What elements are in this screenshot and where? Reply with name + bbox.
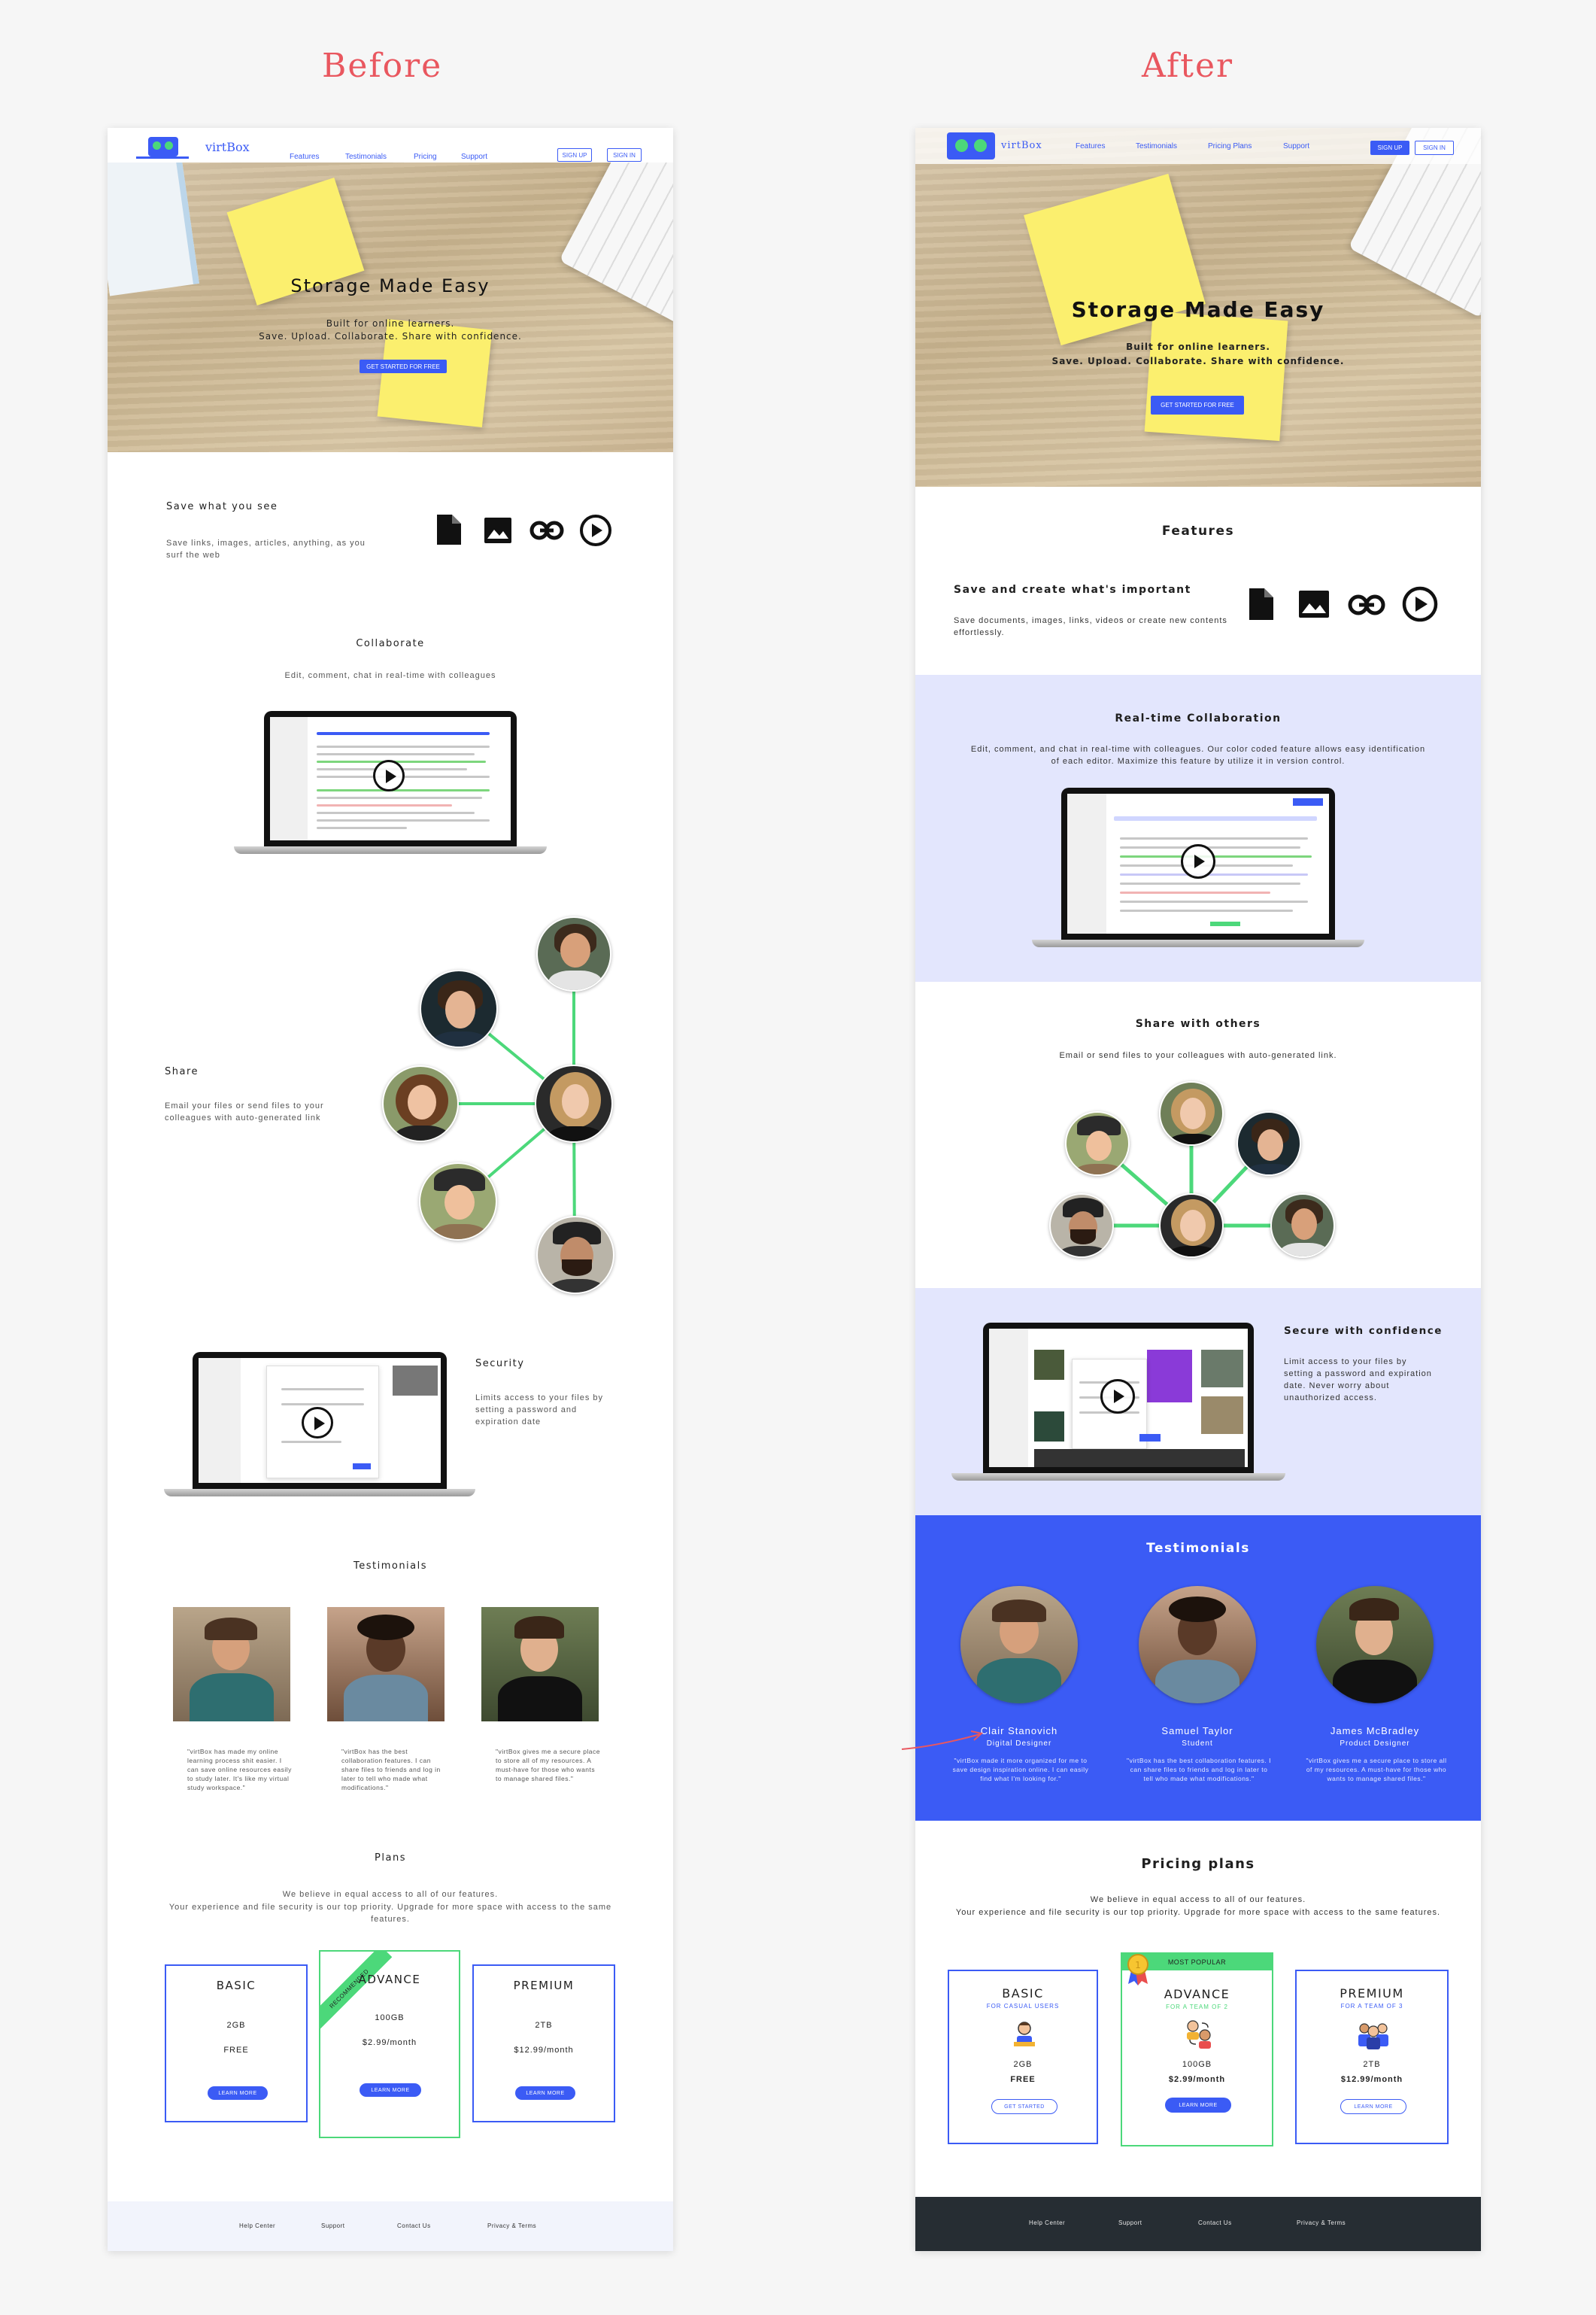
avatar-left-mid — [382, 1065, 459, 1142]
avatar-center — [535, 1065, 613, 1143]
avatar-upper-left — [1065, 1111, 1130, 1176]
testimonial-photo-1 — [173, 1607, 290, 1721]
plans-title: Pricing plans — [1141, 1856, 1255, 1872]
share-network-lines — [420, 954, 576, 1255]
learn-more-button[interactable]: LEARN MORE — [360, 2083, 421, 2097]
plans-title: Plans — [375, 1852, 406, 1864]
learn-more-button[interactable]: LEARN MORE — [515, 2086, 575, 2100]
footer-support[interactable]: Support — [1118, 2219, 1142, 2226]
testimonials-title: Testimonials — [1146, 1541, 1250, 1556]
testimonial-photo-2 — [1139, 1586, 1256, 1703]
security-play-button[interactable] — [302, 1407, 333, 1439]
testimonial-photo-3 — [481, 1607, 599, 1721]
avatar-center — [1159, 1193, 1224, 1258]
testimonial-name-2: Samuel Taylor — [1161, 1725, 1233, 1736]
plan-audience: FOR A TEAM OF 3 — [1340, 2003, 1403, 2010]
before-page: virtBox Features Testimonials Pricing Su… — [108, 128, 673, 2251]
avatar-top — [536, 916, 611, 992]
avatar-upper-right — [1236, 1111, 1301, 1176]
plan-name: PREMIUM — [1340, 1986, 1404, 2001]
avatar-bottom — [536, 1216, 614, 1294]
before-footer: Help Center Support Contact Us Privacy &… — [108, 2201, 673, 2251]
security-text: Limit access to your files by setting a … — [1284, 1357, 1432, 1402]
plan-price: $2.99/month — [362, 2038, 417, 2047]
avatar-left-bottom — [419, 1162, 497, 1241]
plan-price: $12.99/month — [1340, 2075, 1403, 2084]
footer-contact[interactable]: Contact Us — [397, 2222, 431, 2229]
avatar-lower-right — [1270, 1193, 1335, 1258]
testimonials-section: Testimonials Clair Stanovich Digital Des… — [915, 1515, 1481, 1821]
avatar-left-top — [420, 970, 498, 1048]
security-section: Secure with confidence Limit access to y… — [915, 1288, 1481, 1515]
testimonial-role-3: Product Designer — [1340, 1739, 1410, 1748]
plan-storage: 2TB — [535, 2021, 553, 2030]
plan-name: PREMIUM — [513, 1979, 575, 1992]
plan-storage: 100GB — [1182, 2060, 1212, 2069]
security-title: Secure with confidence — [1284, 1325, 1443, 1337]
annotation-arrow-icon — [901, 1730, 984, 1750]
plan-name: ADVANCE — [1164, 1987, 1230, 2001]
plan-card-basic: BASIC 2GB FREE LEARN MORE — [165, 1964, 308, 2122]
security-title: Security — [475, 1358, 525, 1369]
avatar-lower-left — [1049, 1193, 1114, 1258]
after-page: Storage Made Easy Built for online learn… — [915, 128, 1481, 2251]
learn-more-button[interactable]: LEARN MORE — [1340, 2099, 1406, 2114]
testimonial-photo-3 — [1316, 1586, 1434, 1703]
plan-storage: 100GB — [375, 2013, 405, 2022]
plan-name: BASIC — [1002, 1986, 1044, 2001]
plan-audience: FOR CASUAL USERS — [986, 2003, 1060, 2010]
testimonial-photo-2 — [327, 1607, 445, 1721]
award-medal-icon: 1 — [1127, 1954, 1148, 1985]
plan-storage: 2GB — [1013, 2060, 1033, 2069]
learn-more-button[interactable]: LEARN MORE — [1165, 2098, 1231, 2113]
testimonial-quote-1: "virtBox has made my online learning pro… — [187, 1748, 292, 1791]
plan-name: BASIC — [216, 1979, 256, 1992]
plan-price: $12.99/month — [514, 2046, 574, 2055]
plan-price: $2.99/month — [1168, 2075, 1226, 2084]
learn-more-button[interactable]: LEARN MORE — [208, 2086, 268, 2100]
plans-text-2: Your experience and file security is our… — [955, 1908, 1441, 1917]
plan-card-premium: PREMIUM 2TB $12.99/month LEARN MORE — [472, 1964, 615, 2122]
svg-text:1: 1 — [1135, 1960, 1141, 1970]
avatar-top — [1159, 1081, 1224, 1146]
testimonial-quote-3: "virtBox gives me a secure place to stor… — [1306, 1757, 1447, 1782]
footer-help-center[interactable]: Help Center — [239, 2222, 275, 2229]
testimonial-name-3: James McBradley — [1330, 1725, 1420, 1736]
after-heading: After — [1142, 47, 1234, 85]
footer-privacy[interactable]: Privacy & Terms — [1297, 2219, 1346, 2226]
testimonial-quote-1: "virtBox made it more organized for me t… — [952, 1757, 1089, 1782]
plan-price: FREE — [1010, 2075, 1036, 2084]
team-users-icon — [1358, 2023, 1388, 2049]
security-text: Limits access to your files by setting a… — [475, 1393, 603, 1426]
testimonial-quote-2: "virtBox has the best collaboration feat… — [1127, 1757, 1271, 1782]
plan-storage: 2GB — [226, 2021, 246, 2030]
plan-card-premium: PREMIUM FOR A TEAM OF 3 2TB $12.99/month… — [1295, 1970, 1449, 2144]
get-started-button[interactable]: GET STARTED — [991, 2099, 1057, 2114]
plans-text-1: We believe in equal access to all of our… — [282, 1890, 499, 1899]
plan-card-advance: MOST POPULAR 1 ADVANCE FOR A TEAM OF 2 1… — [1121, 1952, 1273, 2146]
testimonial-quote-3: "virtBox gives me a secure place to stor… — [496, 1748, 601, 1782]
single-user-icon — [1014, 2022, 1035, 2046]
before-heading: Before — [322, 47, 443, 85]
footer-support[interactable]: Support — [321, 2222, 345, 2229]
footer-help-center[interactable]: Help Center — [1029, 2219, 1065, 2226]
plan-card-advance: RECOMMENDED ADVANCE 100GB $2.99/month LE… — [319, 1950, 460, 2138]
plan-name: ADVANCE — [358, 1973, 421, 1986]
footer-privacy[interactable]: Privacy & Terms — [487, 2222, 536, 2229]
footer-contact[interactable]: Contact Us — [1198, 2219, 1232, 2226]
testimonial-role-2: Student — [1182, 1739, 1213, 1748]
plans-text-2: Your experience and file security is our… — [168, 1903, 612, 1924]
two-users-icon — [1187, 2020, 1211, 2049]
security-play-button[interactable] — [1100, 1379, 1135, 1414]
plan-card-basic: BASIC FOR CASUAL USERS 2GB FREE GET STAR… — [948, 1970, 1098, 2144]
testimonials-title: Testimonials — [353, 1560, 428, 1572]
plan-price: FREE — [223, 2046, 249, 2055]
testimonial-photo-1 — [960, 1586, 1078, 1703]
plans-text-1: We believe in equal access to all of our… — [1090, 1895, 1306, 1904]
plan-audience: FOR A TEAM OF 2 — [1166, 2004, 1228, 2010]
testimonial-quote-2: "virtBox has the best collaboration feat… — [341, 1748, 441, 1791]
plan-storage: 2TB — [1363, 2060, 1381, 2069]
after-footer: Help Center Support Contact Us Privacy &… — [915, 2197, 1481, 2251]
